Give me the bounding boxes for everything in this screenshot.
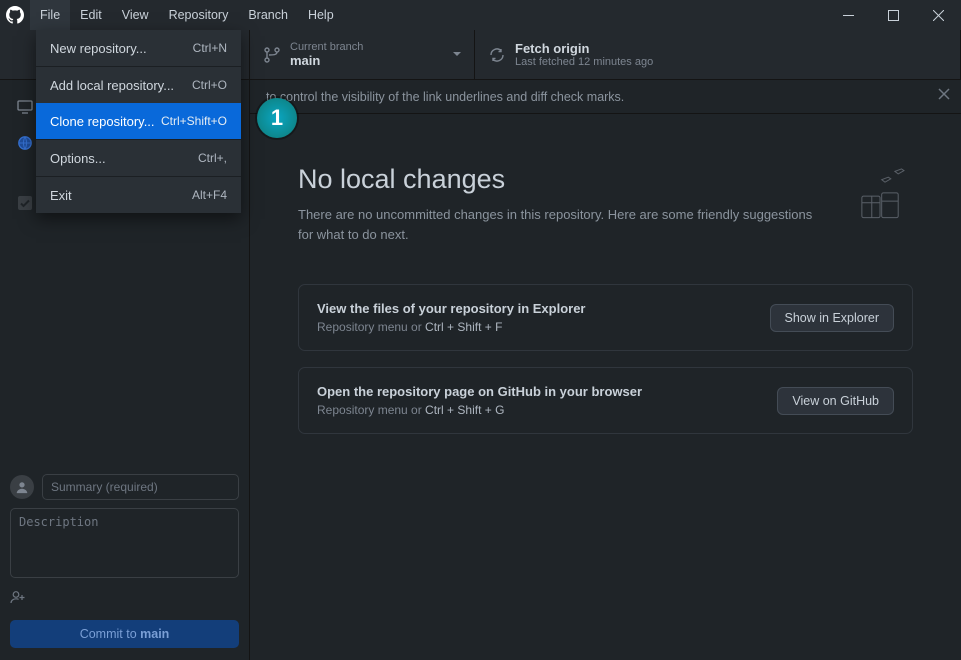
protip-bar: to control the visibility of the link un… (250, 80, 961, 114)
chevron-down-icon (452, 46, 462, 64)
user-avatar (10, 475, 34, 499)
page-subtitle: There are no uncommitted changes in this… (298, 205, 817, 244)
commit-summary-input[interactable] (42, 474, 239, 500)
menu-bar: File Edit View Repository Branch Help (30, 0, 344, 30)
close-icon[interactable] (937, 87, 951, 106)
menu-view[interactable]: View (112, 0, 159, 30)
menu-add-local-repository[interactable]: Add local repository...Ctrl+O (36, 67, 241, 103)
fetch-sub: Last fetched 12 minutes ago (515, 56, 653, 68)
suggestion-title: View the files of your repository in Exp… (317, 301, 586, 316)
github-icon (0, 6, 30, 24)
commit-description-input[interactable] (10, 508, 239, 578)
menu-file[interactable]: File (30, 0, 70, 30)
commit-button-prefix: Commit to (80, 627, 140, 641)
commit-panel: Commit to main (0, 466, 249, 660)
suggestion-subtitle: Repository menu or Ctrl + Shift + F (317, 320, 586, 334)
suggestion-card: Open the repository page on GitHub in yo… (298, 367, 913, 434)
add-coauthor-button[interactable] (10, 589, 239, 610)
sync-icon (489, 47, 505, 63)
commit-button-branch: main (140, 627, 169, 641)
menu-repository[interactable]: Repository (159, 0, 239, 30)
menu-clone-repository[interactable]: Clone repository...Ctrl+Shift+O (36, 103, 241, 139)
view-on-github-button[interactable]: View on GitHub (777, 387, 894, 415)
show-in-explorer-button[interactable]: Show in Explorer (770, 304, 895, 332)
fetch-label: Fetch origin (515, 41, 653, 56)
menu-new-repository[interactable]: New repository...Ctrl+N (36, 30, 241, 66)
menu-exit[interactable]: ExitAlt+F4 (36, 177, 241, 213)
suggestion-title: Open the repository page on GitHub in yo… (317, 384, 642, 399)
window-controls (826, 0, 961, 30)
menu-help[interactable]: Help (298, 0, 344, 30)
empty-state-illustration (847, 162, 913, 232)
protip-text: to control the visibility of the link un… (266, 90, 624, 104)
menu-edit[interactable]: Edit (70, 0, 112, 30)
close-button[interactable] (916, 0, 961, 30)
branch-label: Current branch (290, 41, 363, 53)
suggestion-subtitle: Repository menu or Ctrl + Shift + G (317, 403, 642, 417)
minimize-button[interactable] (826, 0, 871, 30)
branch-icon (264, 47, 280, 63)
page-title: No local changes (298, 164, 817, 195)
current-branch-selector[interactable]: Current branch main (250, 30, 475, 79)
menu-branch[interactable]: Branch (238, 0, 298, 30)
title-bar: File Edit View Repository Branch Help (0, 0, 961, 30)
file-menu-dropdown: New repository...Ctrl+N Add local reposi… (36, 30, 241, 213)
branch-name: main (290, 53, 363, 68)
suggestion-card: View the files of your repository in Exp… (298, 284, 913, 351)
menu-options[interactable]: Options...Ctrl+, (36, 140, 241, 176)
maximize-button[interactable] (871, 0, 916, 30)
main-content: to control the visibility of the link un… (250, 80, 961, 660)
fetch-origin-button[interactable]: Fetch origin Last fetched 12 minutes ago (475, 30, 961, 79)
commit-button[interactable]: Commit to main (10, 620, 239, 648)
annotation-badge-1: 1 (257, 98, 297, 138)
